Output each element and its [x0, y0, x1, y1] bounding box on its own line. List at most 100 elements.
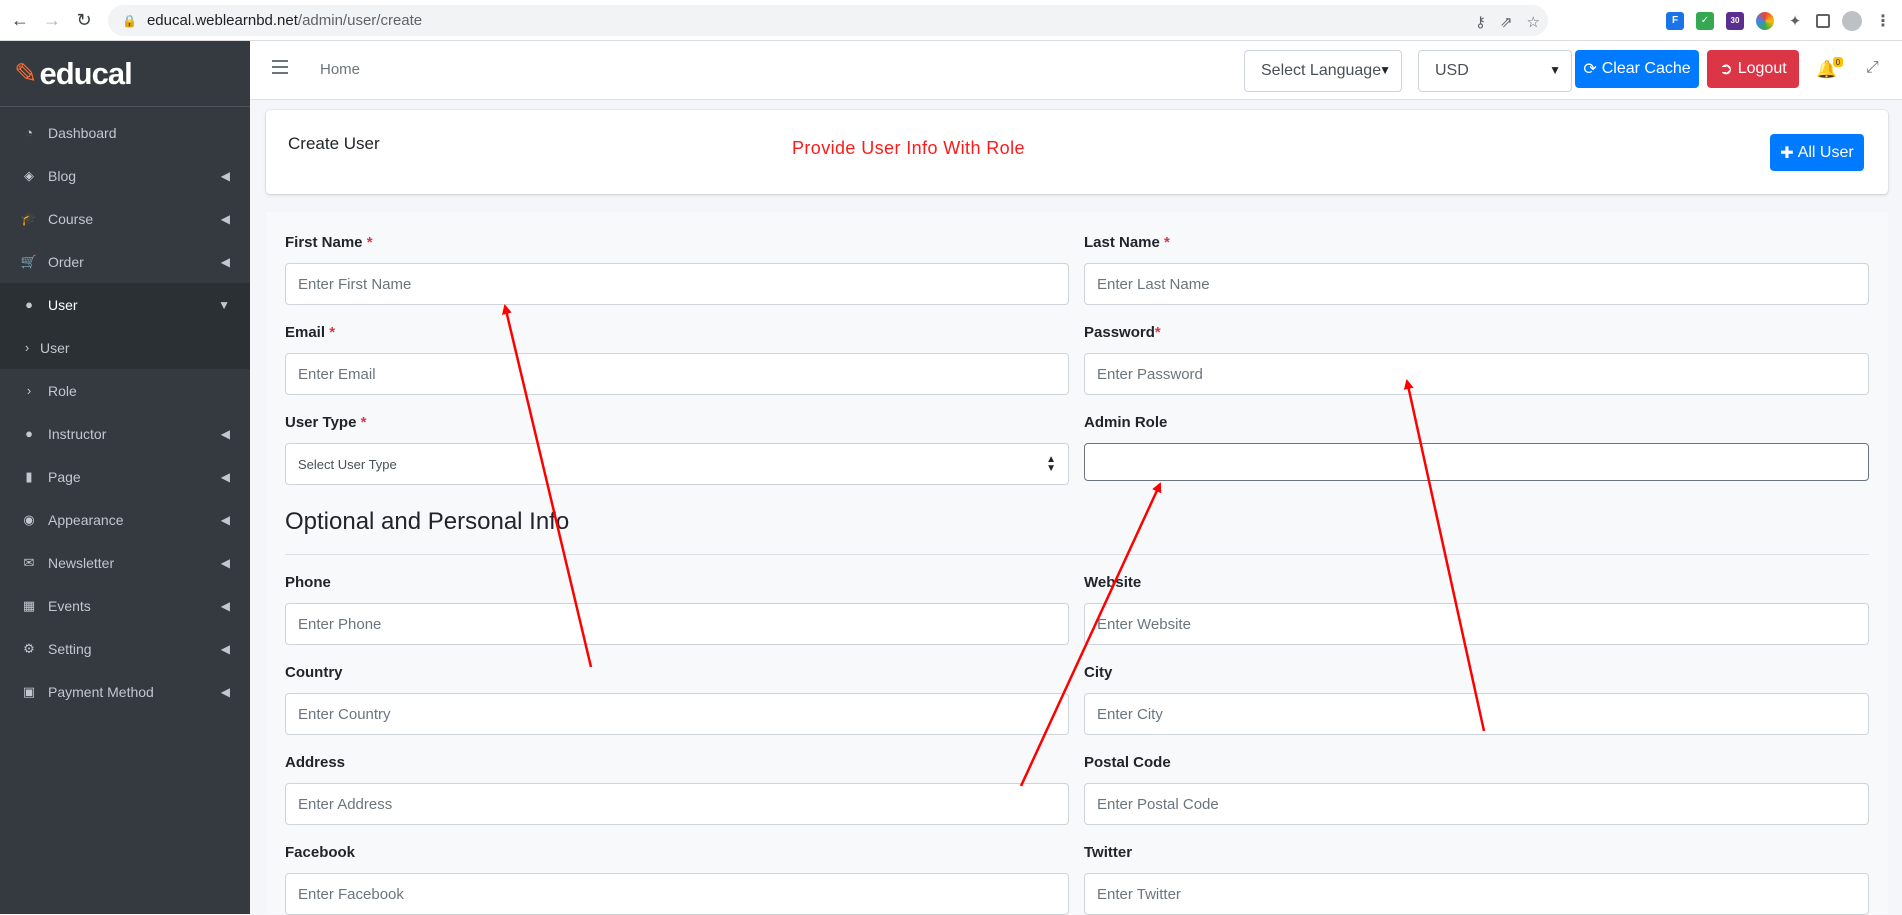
password-label: Password* — [1084, 324, 1161, 341]
city-input[interactable]: Enter City — [1084, 693, 1869, 735]
first-name-label-text: First Name — [285, 234, 363, 251]
password-placeholder: Enter Password — [1097, 365, 1203, 383]
facebook-label: Facebook — [285, 844, 356, 861]
sidebar-item-order[interactable]: 🛒 Order ◀ — [0, 240, 250, 283]
reload-icon[interactable]: ↻ — [72, 8, 96, 32]
page-title: Create User — [288, 134, 380, 153]
admin-role-select[interactable] — [1084, 443, 1869, 481]
brand-name: educal — [39, 55, 132, 91]
sidebar-item-course[interactable]: 🎓 Course ◀ — [0, 197, 250, 240]
chevron-left-icon: ◀ — [220, 469, 230, 484]
sidebar-item-label: Events — [48, 597, 91, 614]
twitter-input[interactable]: Enter Twitter — [1084, 873, 1869, 915]
share-icon[interactable]: ⇗ — [1500, 13, 1513, 31]
profile-avatar[interactable] — [1842, 10, 1862, 31]
back-icon[interactable]: ← — [8, 8, 32, 32]
page-header-card: Create User Provide User Info With Role … — [266, 110, 1888, 194]
language-select[interactable]: Select Language ▼ — [1244, 50, 1402, 92]
phone-input[interactable]: Enter Phone — [285, 603, 1069, 645]
last-name-placeholder: Enter Last Name — [1097, 275, 1210, 293]
sidebar-subitem-user[interactable]: › User — [0, 326, 250, 369]
sidebar-item-label: Page — [48, 468, 81, 485]
sidebar-item-page[interactable]: ▮ Page ◀ — [0, 455, 250, 498]
postal-code-input[interactable]: Enter Postal Code — [1084, 783, 1869, 825]
fullscreen-icon[interactable]: ⤢ — [1866, 59, 1879, 77]
required-mark: * — [360, 414, 367, 431]
pencil-logo-icon: ✎ — [14, 58, 38, 89]
chevron-right-icon: › — [26, 383, 32, 398]
sidebar-item-label: Appearance — [48, 511, 124, 528]
sidebar-item-label: Order — [48, 253, 84, 270]
user-type-select[interactable]: Select User Type ▲ ▼ — [285, 443, 1069, 485]
email-input[interactable]: Enter Email — [285, 353, 1069, 395]
address-input[interactable]: Enter Address — [285, 783, 1069, 825]
chevron-left-icon: ◀ — [220, 684, 230, 699]
bookmark-star-icon[interactable]: ☆ — [1527, 13, 1540, 31]
sidebar-item-instructor[interactable]: ● Instructor ◀ — [0, 412, 250, 455]
sidebar-item-dashboard[interactable]: ◔ Dashboard — [0, 111, 250, 154]
user-type-label: User Type * — [285, 414, 366, 431]
clear-cache-button[interactable]: ⟳ Clear Cache — [1575, 50, 1699, 88]
last-name-label: Last Name * — [1084, 234, 1170, 251]
first-name-label: First Name * — [285, 234, 373, 251]
chevron-left-icon: ◀ — [220, 555, 230, 570]
home-link[interactable]: Home — [320, 61, 360, 78]
sidebar-subitem-role[interactable]: › Role — [0, 369, 250, 412]
chevron-left-icon: ◀ — [220, 254, 230, 269]
sidebar-item-label: Blog — [48, 167, 77, 184]
plus-icon: ✚ — [1780, 144, 1794, 162]
city-label: City — [1084, 664, 1113, 681]
key-icon[interactable]: ⚷ — [1475, 13, 1486, 31]
website-label: Website — [1084, 574, 1142, 591]
chevron-left-icon: ◀ — [220, 426, 230, 441]
sidebar-item-label: User — [48, 296, 78, 313]
all-user-label: All User — [1797, 143, 1854, 161]
dashboard-icon: ◔ — [25, 125, 33, 140]
all-user-button[interactable]: ✚ All User — [1770, 134, 1864, 171]
website-input[interactable]: Enter Website — [1084, 603, 1869, 645]
currency-select[interactable]: USD ▼ — [1418, 50, 1572, 92]
sidebar-item-newsletter[interactable]: ✉ Newsletter ◀ — [0, 541, 250, 584]
hamburger-menu-icon[interactable] — [272, 60, 288, 74]
puzzle-icon[interactable]: ✦ — [1786, 12, 1804, 30]
sidebar-item-appearance[interactable]: ◉ Appearance ◀ — [0, 498, 250, 541]
sidepanel-icon[interactable] — [1816, 13, 1830, 28]
gear-icon: ⚙ — [23, 640, 35, 656]
last-name-input[interactable]: Enter Last Name — [1084, 263, 1869, 305]
sidebar-item-payment-method[interactable]: ▣ Payment Method ◀ — [0, 670, 250, 713]
sidebar-item-label: Newsletter — [48, 554, 115, 571]
password-input[interactable]: Enter Password — [1084, 353, 1869, 395]
facebook-input[interactable]: Enter Facebook — [285, 873, 1069, 915]
sidebar-item-blog[interactable]: ◈ Blog ◀ — [0, 154, 250, 197]
extension-f-icon[interactable]: F — [1666, 11, 1684, 30]
create-user-form: First Name * Enter First Name Last Name … — [266, 212, 1888, 915]
sidebar-item-label: Setting — [48, 640, 92, 657]
country-input[interactable]: Enter Country — [285, 693, 1069, 735]
first-name-input[interactable]: Enter First Name — [285, 263, 1069, 305]
instructor-icon: ● — [25, 426, 33, 441]
url-path: /admin/user/create — [297, 12, 423, 29]
sidebar-item-events[interactable]: ▦ Events ◀ — [0, 584, 250, 627]
address-bar[interactable]: 🔒 educal.weblearnbd.net/admin/user/creat… — [108, 5, 1548, 36]
extension-shield-icon[interactable]: ✓ — [1696, 11, 1714, 30]
currency-select-value: USD — [1435, 62, 1469, 79]
extension-cap-icon[interactable]: 30 — [1726, 11, 1744, 30]
brand[interactable]: ✎ educal — [0, 41, 250, 107]
required-mark: * — [1154, 324, 1161, 341]
website-placeholder: Enter Website — [1097, 615, 1191, 633]
country-placeholder: Enter Country — [298, 705, 391, 723]
envelope-icon: ✉ — [23, 554, 35, 570]
menu-kebab-icon[interactable]: ⋮ — [1874, 12, 1892, 30]
logout-label: Logout — [1737, 60, 1787, 77]
chevron-left-icon: ◀ — [220, 598, 230, 613]
section-divider — [285, 554, 1869, 555]
extension-color-icon[interactable] — [1756, 11, 1774, 30]
sidebar: ✎ educal ◔ Dashboard ◈ Blog ◀ 🎓 Course ◀… — [0, 41, 250, 914]
forward-icon[interactable]: → — [40, 8, 64, 32]
sidebar-item-setting[interactable]: ⚙ Setting ◀ — [0, 627, 250, 670]
sidebar-menu: ◔ Dashboard ◈ Blog ◀ 🎓 Course ◀ 🛒 Order … — [0, 107, 250, 713]
sidebar-item-label: Dashboard — [48, 124, 117, 141]
sidebar-item-user[interactable]: ● User ▼ — [0, 283, 250, 326]
extension-badge: 30 — [1730, 16, 1740, 25]
logout-button[interactable]: ➲ Logout — [1707, 50, 1799, 88]
